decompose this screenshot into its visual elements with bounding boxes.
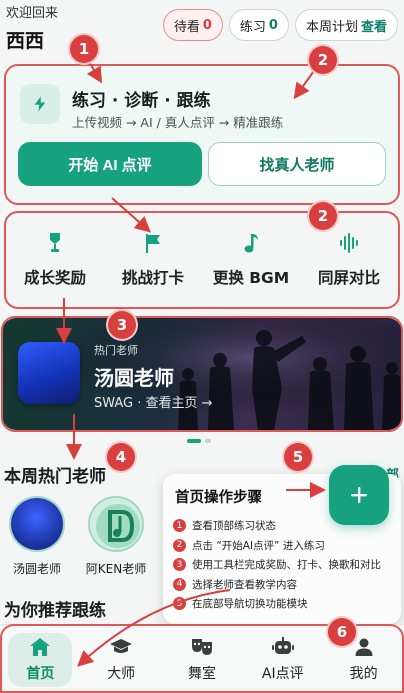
step-item: 3 使用工具栏完成奖励、打卡、换歌和对比 — [173, 555, 381, 575]
trophy-icon — [46, 232, 64, 254]
step-item: 5 在底部导航切换功能模块 — [173, 594, 381, 614]
bolt-icon — [20, 84, 60, 124]
user-name: 西西 — [6, 30, 45, 52]
practice-title: 练习 · 诊断 · 跟练 — [72, 91, 211, 111]
pending-label: 待看 — [173, 19, 200, 35]
featured-teacher-link[interactable]: SWAG · 查看主页 → — [94, 392, 213, 411]
quick-action-compare[interactable]: 同屏对比 — [303, 232, 395, 288]
practice-label: 练习 — [239, 19, 266, 35]
quick-action-bgm-label: 更换 BGM — [212, 269, 290, 287]
step-text: 在底部导航切换功能模块 — [192, 598, 308, 611]
practice-count: 0 — [268, 17, 278, 33]
status-pills: 待看 0 练习 0 本周计划 查看 — [162, 9, 398, 41]
teacher-name: 阿KEN老师 — [85, 562, 147, 576]
nav-ai-review-label: AI点评 — [261, 666, 304, 682]
music-note-icon — [242, 232, 260, 254]
steps-list: 1 查看顶部练习状态 2 点击 “开始AI点评” 进入练习 3 使用工具栏完成奖励、打… — [173, 516, 381, 614]
step-number: 1 — [173, 519, 186, 533]
quick-action-rewards[interactable]: 成长奖励 — [9, 232, 101, 288]
add-floating-button[interactable] — [329, 465, 389, 525]
step-number: 2 — [173, 538, 186, 552]
step-text: 点击 “开始AI点评” 进入练习 — [192, 539, 325, 552]
step-number: 5 — [173, 597, 186, 611]
carousel-dot-active[interactable] — [187, 439, 201, 443]
pending-count: 0 — [202, 17, 212, 33]
nav-home[interactable]: 首页 — [8, 633, 73, 687]
quick-action-checkin[interactable]: 挑战打卡 — [107, 232, 199, 288]
weekly-plan-view-link[interactable]: 查看 — [361, 16, 387, 35]
quick-action-compare-label: 同屏对比 — [317, 269, 380, 287]
practice-subtitle: 上传视频 → AI / 真人点评 → 精准跟练 — [72, 115, 284, 130]
avatar — [9, 496, 65, 552]
quick-action-rewards-label: 成长奖励 — [23, 269, 86, 287]
quick-actions-toolbar: 成长奖励 挑战打卡 更换 BGM 同屏对比 — [6, 213, 398, 307]
featured-teacher-name: 汤圆老师 — [94, 366, 174, 390]
nav-studio-label: 舞室 — [187, 666, 216, 682]
annotation-badge: 4 — [107, 443, 135, 471]
annotation-badge: 3 — [108, 311, 136, 339]
featured-teacher-banner[interactable]: 热门老师 汤圆老师 SWAG · 查看主页 → — [2, 318, 402, 430]
plus-icon — [351, 487, 367, 503]
avatar — [88, 496, 144, 552]
hot-teachers-title: 本周热门老师 — [4, 467, 106, 487]
user-icon — [355, 638, 373, 656]
practice-card: 练习 · 诊断 · 跟练 上传视频 → AI / 真人点评 → 精准跟练 开始 … — [6, 66, 398, 203]
quick-action-bgm[interactable]: 更换 BGM — [205, 232, 297, 288]
home-icon — [30, 638, 51, 656]
weekly-plan-pill[interactable]: 本周计划 查看 — [294, 9, 398, 41]
steps-guide-title: 首页操作步骤 — [175, 490, 262, 506]
find-teacher-button[interactable]: 找真人老师 — [208, 142, 386, 186]
weekly-plan-label: 本周计划 — [305, 19, 358, 35]
step-number: 4 — [173, 577, 186, 591]
recommend-title: 为你推荐跟练 — [4, 601, 106, 621]
teacher-card[interactable]: 阿KEN老师 — [79, 496, 153, 577]
quick-action-checkin-label: 挑战打卡 — [121, 269, 184, 287]
welcome-text: 欢迎回来 — [6, 6, 59, 21]
graduation-cap-icon — [110, 639, 133, 653]
flag-icon — [143, 232, 163, 254]
nav-ai-review[interactable]: AI点评 — [251, 633, 315, 687]
step-text: 使用工具栏完成奖励、打卡、换歌和对比 — [192, 559, 381, 572]
step-item: 2 点击 “开始AI点评” 进入练习 — [173, 536, 381, 556]
carousel-dot[interactable] — [205, 439, 211, 443]
step-text: 选择老师查看教学内容 — [192, 578, 297, 591]
nav-studio[interactable]: 舞室 — [170, 633, 234, 687]
annotation-badge: 5 — [284, 443, 312, 471]
nav-masters-label: 大师 — [107, 666, 136, 682]
teacher-name: 汤圆老师 — [12, 562, 61, 576]
waveform-icon — [338, 232, 360, 254]
annotation-badge: 1 — [70, 35, 98, 63]
step-text: 查看顶部练习状态 — [192, 520, 276, 533]
practice-pill[interactable]: 练习 0 — [228, 9, 289, 41]
step-item: 4 选择老师查看教学内容 — [173, 575, 381, 595]
featured-teacher-avatar — [18, 342, 80, 404]
nav-masters[interactable]: 大师 — [89, 633, 153, 687]
robot-icon — [271, 637, 294, 654]
annotation-badge: 6 — [328, 618, 356, 646]
nav-profile-label: 我的 — [349, 666, 378, 682]
featured-tag: 热门老师 — [94, 344, 138, 357]
theater-masks-icon — [191, 639, 212, 655]
nav-home-label: 首页 — [26, 666, 55, 682]
pending-review-pill[interactable]: 待看 0 — [162, 9, 223, 41]
annotation-badge: 2 — [309, 46, 337, 74]
teacher-card[interactable]: 汤圆老师 — [0, 496, 74, 577]
annotation-badge: 2 — [309, 202, 337, 230]
start-ai-review-button[interactable]: 开始 AI 点评 — [18, 142, 202, 186]
carousel-indicator — [187, 439, 211, 443]
step-number: 3 — [173, 558, 186, 572]
